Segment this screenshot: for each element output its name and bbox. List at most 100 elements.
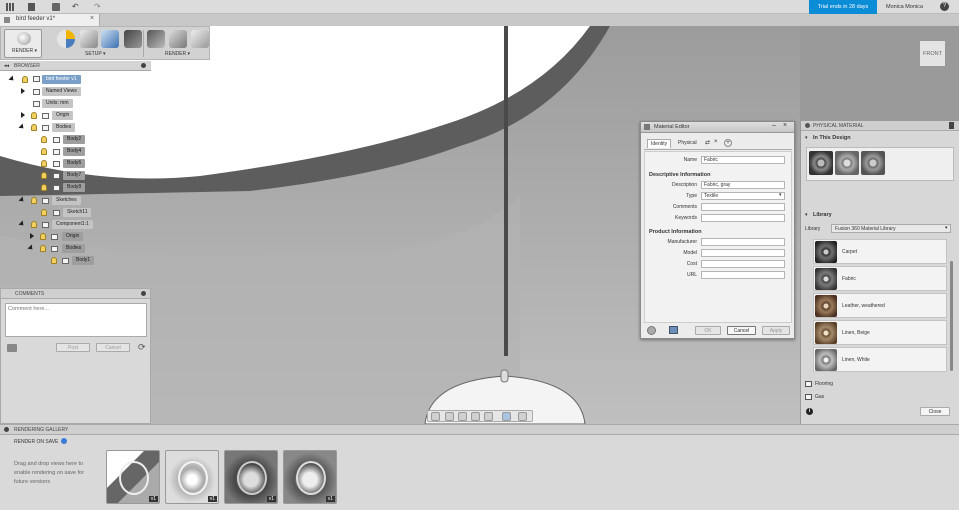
pan-icon[interactable] bbox=[458, 412, 467, 421]
library-item[interactable]: Linen, White bbox=[813, 347, 947, 372]
close-icon[interactable]: × bbox=[783, 122, 787, 129]
in-this-design-label[interactable]: In This Design bbox=[813, 135, 851, 141]
render-thumbnail[interactable]: v1 bbox=[165, 450, 219, 504]
visibility-bulb-icon[interactable] bbox=[41, 136, 47, 143]
visibility-bulb-icon[interactable] bbox=[41, 184, 47, 191]
comments-pin-icon[interactable] bbox=[141, 291, 146, 296]
trial-banner[interactable]: Trial ends in 28 days bbox=[809, 0, 877, 14]
collapse-icon[interactable]: ▾ bbox=[805, 212, 808, 218]
post-button[interactable]: Post bbox=[56, 343, 90, 352]
panel-pin-icon[interactable] bbox=[805, 123, 810, 128]
display-settings-icon[interactable] bbox=[502, 412, 511, 421]
material-swatch[interactable] bbox=[861, 151, 885, 175]
library-scrollbar[interactable] bbox=[950, 261, 953, 371]
url-field[interactable] bbox=[701, 271, 785, 279]
expand-icon[interactable] bbox=[27, 244, 35, 252]
browser-node[interactable]: Units: mm bbox=[42, 99, 73, 108]
camera-icon[interactable] bbox=[7, 344, 17, 352]
refresh-icon[interactable]: ⟳ bbox=[138, 342, 146, 353]
browser-node[interactable]: Body4 bbox=[63, 147, 86, 156]
material-editor-titlebar[interactable]: Material Editor – × bbox=[641, 122, 794, 133]
library-folder[interactable]: Flooring bbox=[815, 381, 833, 387]
render-thumbnail[interactable]: v1 bbox=[106, 450, 160, 504]
orbit-icon[interactable] bbox=[431, 412, 440, 421]
minimize-icon[interactable]: – bbox=[772, 122, 776, 129]
browser-node[interactable]: Body7 bbox=[63, 171, 86, 180]
cancel-button[interactable]: Cancel bbox=[727, 326, 756, 335]
expand-icon[interactable] bbox=[30, 233, 34, 239]
visibility-bulb-icon[interactable] bbox=[31, 221, 37, 228]
browser-node[interactable]: Body6 bbox=[63, 159, 86, 168]
swap-icon[interactable]: ⇄ bbox=[705, 139, 710, 146]
render-thumbnail[interactable]: v1 bbox=[224, 450, 278, 504]
visibility-bulb-icon[interactable] bbox=[41, 160, 47, 167]
file-icon[interactable] bbox=[28, 3, 35, 11]
material-swatch[interactable] bbox=[809, 151, 833, 175]
visibility-bulb-icon[interactable] bbox=[51, 257, 57, 264]
browser-node[interactable]: Origin bbox=[52, 111, 74, 120]
view-cube[interactable]: FRONT bbox=[919, 40, 946, 67]
scene-settings-icon[interactable] bbox=[80, 30, 98, 48]
comments-field[interactable] bbox=[701, 203, 785, 211]
expand-icon[interactable] bbox=[21, 112, 25, 118]
render-label[interactable]: RENDER ▾ bbox=[165, 51, 190, 57]
grid-settings-icon[interactable] bbox=[518, 412, 527, 421]
description-field[interactable]: Fabric, gray bbox=[701, 181, 785, 189]
decal-icon[interactable] bbox=[124, 30, 142, 48]
fit-icon[interactable] bbox=[484, 412, 493, 421]
user-name[interactable]: Monica Monica bbox=[886, 4, 923, 10]
browser-node[interactable]: Sketches bbox=[52, 196, 81, 205]
visibility-bulb-icon[interactable] bbox=[41, 209, 47, 216]
expand-icon[interactable] bbox=[18, 123, 26, 131]
visibility-bulb-icon[interactable] bbox=[41, 172, 47, 179]
library-item[interactable]: Carpet bbox=[813, 239, 947, 264]
gallery-header[interactable]: RENDERING GALLERY bbox=[0, 425, 959, 435]
browser-node[interactable]: Body1 bbox=[72, 256, 95, 265]
texture-map-icon[interactable] bbox=[101, 30, 119, 48]
browser-node[interactable]: Bodies bbox=[52, 123, 76, 132]
physical-material-header[interactable]: PHYSICAL MATERIAL bbox=[801, 121, 959, 131]
browser-node[interactable]: Body2 bbox=[63, 135, 86, 144]
library-folder[interactable]: Gas bbox=[815, 394, 824, 400]
library-section-label[interactable]: Library bbox=[813, 212, 832, 218]
visibility-bulb-icon[interactable] bbox=[22, 76, 28, 83]
visibility-bulb-icon[interactable] bbox=[31, 124, 37, 131]
type-select[interactable]: Textile bbox=[701, 192, 785, 200]
ok-button[interactable]: OK bbox=[695, 326, 721, 335]
expand-icon[interactable] bbox=[8, 75, 16, 83]
browser-node[interactable]: Bodies bbox=[62, 244, 86, 253]
in-canvas-render-icon[interactable] bbox=[169, 30, 187, 48]
visibility-bulb-icon[interactable] bbox=[31, 197, 37, 204]
help-icon[interactable]: ? bbox=[940, 2, 949, 11]
tab-identity[interactable]: Identity bbox=[647, 139, 672, 148]
model-field[interactable] bbox=[701, 249, 785, 257]
info-icon[interactable]: i bbox=[806, 408, 813, 415]
cost-field[interactable] bbox=[701, 260, 785, 268]
apply-button[interactable]: Apply bbox=[762, 326, 790, 335]
render-gallery-icon[interactable] bbox=[191, 30, 209, 48]
add-tab-icon[interactable]: + bbox=[724, 139, 732, 147]
expand-icon[interactable] bbox=[21, 88, 25, 94]
collapse-icon[interactable]: ▾ bbox=[805, 135, 808, 141]
save-icon[interactable] bbox=[52, 3, 60, 11]
close-tab-icon[interactable]: × bbox=[90, 15, 94, 22]
setup-label[interactable]: SETUP ▾ bbox=[85, 51, 105, 57]
render-icon[interactable] bbox=[147, 30, 165, 48]
library-select[interactable]: Fusion 360 Material Library ▾ bbox=[831, 224, 951, 233]
library-item[interactable]: Leather, weathered bbox=[813, 293, 947, 318]
material-options-icon[interactable] bbox=[647, 326, 656, 335]
expand-icon[interactable] bbox=[18, 220, 26, 228]
browser-node[interactable]: Origin bbox=[62, 232, 84, 241]
comments-header[interactable]: COMMENTS bbox=[1, 289, 150, 299]
render-thumbnail[interactable]: v1 bbox=[283, 450, 337, 504]
manufacturer-field[interactable] bbox=[701, 238, 785, 246]
visibility-bulb-icon[interactable] bbox=[41, 148, 47, 155]
undo-icon[interactable]: ↶ bbox=[72, 2, 79, 11]
help-icon[interactable] bbox=[61, 438, 67, 444]
name-field[interactable]: Fabric bbox=[701, 156, 785, 164]
library-item[interactable]: Fabric bbox=[813, 266, 947, 291]
browser-node[interactable]: Component1:1 bbox=[52, 220, 93, 229]
close-button[interactable]: Close bbox=[920, 407, 950, 416]
material-browser-icon[interactable] bbox=[669, 326, 678, 334]
comment-input[interactable] bbox=[5, 303, 147, 337]
